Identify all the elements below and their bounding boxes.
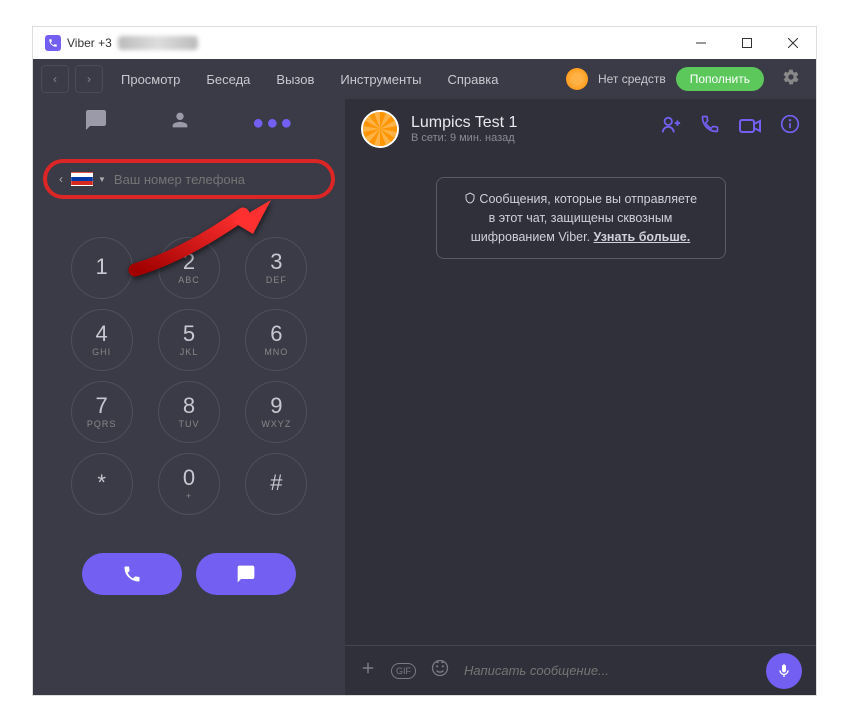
menubar: ‹ › Просмотр Беседа Вызов Инструменты Сп… [33, 59, 816, 99]
key-7[interactable]: 7PQRS [71, 381, 133, 443]
balance-label: Нет средств [598, 72, 666, 86]
menu-tools[interactable]: Инструменты [328, 66, 433, 93]
maximize-button[interactable] [724, 27, 770, 59]
encryption-notice: Сообщения, которые вы отправляете в этот… [436, 177, 726, 259]
coin-icon [566, 68, 588, 90]
key-0[interactable]: 0+ [158, 453, 220, 515]
tab-contacts-icon[interactable] [169, 109, 191, 137]
message-composer: GIF [345, 645, 816, 695]
key-1[interactable]: 1 [71, 237, 133, 299]
menu-view[interactable]: Просмотр [109, 66, 192, 93]
tab-chats-icon[interactable] [84, 108, 108, 138]
menu-help[interactable]: Справка [435, 66, 510, 93]
flag-dropdown-icon[interactable]: ▼ [98, 175, 106, 184]
topup-button[interactable]: Пополнить [676, 67, 764, 91]
dialer-keypad: 1 2ABC 3DEF 4GHI 5JKL 6MNO 7PQRS 8TUV 9W… [33, 207, 345, 535]
gif-icon[interactable]: GIF [391, 663, 416, 679]
close-button[interactable] [770, 27, 816, 59]
key-4[interactable]: 4GHI [71, 309, 133, 371]
viber-app-icon [45, 35, 61, 51]
phone-back-icon[interactable]: ‹ [59, 172, 63, 186]
key-6[interactable]: 6MNO [245, 309, 307, 371]
key-9[interactable]: 9WXYZ [245, 381, 307, 443]
chat-panel: Lumpics Test 1 В сети: 9 мин. назад [345, 99, 816, 695]
shield-icon [464, 192, 476, 204]
country-flag-russia-icon[interactable] [71, 172, 93, 186]
sticker-icon[interactable] [430, 658, 450, 683]
call-button[interactable] [82, 553, 182, 595]
key-5[interactable]: 5JKL [158, 309, 220, 371]
info-icon[interactable] [780, 114, 800, 144]
window-titlebar: Viber +3 [33, 27, 816, 59]
contact-avatar[interactable] [361, 110, 399, 148]
blurred-number [118, 36, 198, 50]
key-8[interactable]: 8TUV [158, 381, 220, 443]
menu-chat[interactable]: Беседа [194, 66, 262, 93]
phone-number-input[interactable] [114, 172, 319, 187]
menu-call[interactable]: Вызов [264, 66, 326, 93]
message-button[interactable] [196, 553, 296, 595]
add-contact-icon[interactable] [660, 114, 682, 144]
key-star[interactable]: * [71, 453, 133, 515]
key-hash[interactable]: # [245, 453, 307, 515]
contact-status: В сети: 9 мин. назад [411, 132, 648, 144]
message-input[interactable] [464, 663, 752, 678]
voice-call-icon[interactable] [700, 114, 720, 144]
nav-forward-button[interactable]: › [75, 65, 103, 93]
nav-back-button[interactable]: ‹ [41, 65, 69, 93]
phone-input-container: ‹ ▼ [43, 159, 335, 199]
window-title: Viber +3 [67, 36, 112, 50]
dialer-sidebar: ●●● ‹ ▼ 1 2ABC 3DEF 4GHI 5JKL 6MNO [33, 99, 345, 695]
key-3[interactable]: 3DEF [245, 237, 307, 299]
attach-icon[interactable] [359, 659, 377, 682]
voice-message-button[interactable] [766, 653, 802, 689]
minimize-button[interactable] [678, 27, 724, 59]
settings-icon[interactable] [774, 68, 808, 91]
tab-more-icon[interactable]: ●●● [252, 112, 294, 135]
video-call-icon[interactable] [738, 114, 762, 144]
key-2[interactable]: 2ABC [158, 237, 220, 299]
learn-more-link[interactable]: Узнать больше. [594, 230, 691, 244]
contact-name: Lumpics Test 1 [411, 114, 648, 132]
